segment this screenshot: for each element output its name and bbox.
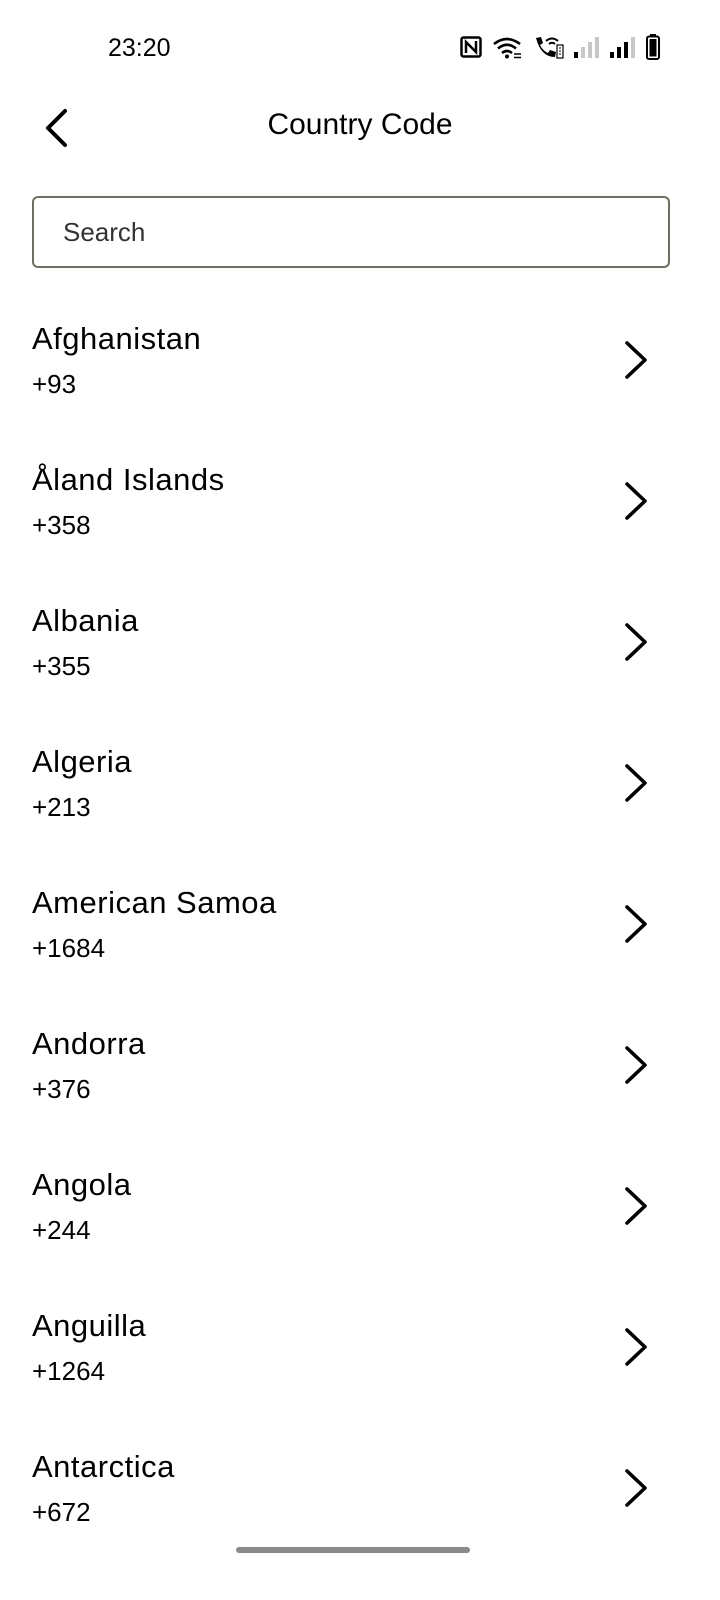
nfc-icon (460, 36, 482, 58)
country-dial-code: +1684 (32, 933, 106, 963)
country-name: Andorra (32, 1026, 146, 1061)
chevron-right-icon (625, 1469, 647, 1507)
chevron-right-icon (625, 905, 647, 943)
country-name: Algeria (32, 744, 132, 779)
country-dial-code: +213 (32, 792, 91, 822)
country-dial-code: +1264 (32, 1356, 106, 1386)
chevron-right-icon (625, 1187, 647, 1225)
chevron-right-icon (625, 1046, 647, 1084)
country-code-screen: 23:20 Country Code Search Afghanistan +9… (0, 0, 720, 1600)
country-name: Afghanistan (32, 321, 202, 356)
status-bar: 23:20 (0, 0, 720, 96)
country-list-item[interactable]: Anguilla +1264 (0, 1276, 720, 1417)
home-indicator[interactable] (236, 1547, 470, 1553)
signal-icon (574, 36, 600, 58)
country-name: Åland Islands (32, 462, 225, 497)
country-list-item[interactable]: Angola +244 (0, 1135, 720, 1276)
country-dial-code: +93 (32, 369, 77, 399)
page-title: Country Code (267, 108, 453, 141)
country-name: American Samoa (32, 885, 277, 920)
country-list-item[interactable]: American Samoa +1684 (0, 853, 720, 994)
country-name: Anguilla (32, 1308, 147, 1343)
country-list-item[interactable]: Afghanistan +93 (0, 289, 720, 430)
country-list: Afghanistan +93 Åland Islands +358 Alban… (0, 289, 720, 1558)
country-dial-code: +355 (32, 651, 91, 681)
chevron-right-icon (625, 1328, 647, 1366)
signal-icon (610, 36, 636, 58)
country-dial-code: +244 (32, 1215, 91, 1245)
chevron-right-icon (625, 482, 647, 520)
wifi-icon (492, 35, 522, 59)
search-box (32, 196, 670, 268)
country-dial-code: +672 (32, 1497, 91, 1527)
chevron-right-icon (625, 623, 647, 661)
wifi-calling-icon (532, 35, 564, 59)
country-list-item[interactable]: Albania +355 (0, 571, 720, 712)
search-input[interactable] (34, 198, 668, 266)
country-list-item[interactable]: Åland Islands +358 (0, 430, 720, 571)
country-list-item[interactable]: Antarctica +672 (0, 1417, 720, 1558)
country-list-item[interactable]: Algeria +213 (0, 712, 720, 853)
country-list-item[interactable]: Andorra +376 (0, 994, 720, 1135)
battery-icon (646, 34, 660, 60)
country-dial-code: +376 (32, 1074, 91, 1104)
country-name: Antarctica (32, 1449, 175, 1484)
country-dial-code: +358 (32, 510, 91, 540)
country-name: Albania (32, 603, 139, 638)
country-name: Angola (32, 1167, 132, 1202)
chevron-right-icon (625, 764, 647, 802)
status-icons (460, 33, 660, 61)
status-time: 23:20 (108, 34, 171, 62)
chevron-right-icon (625, 341, 647, 379)
header: Country Code (0, 96, 720, 160)
